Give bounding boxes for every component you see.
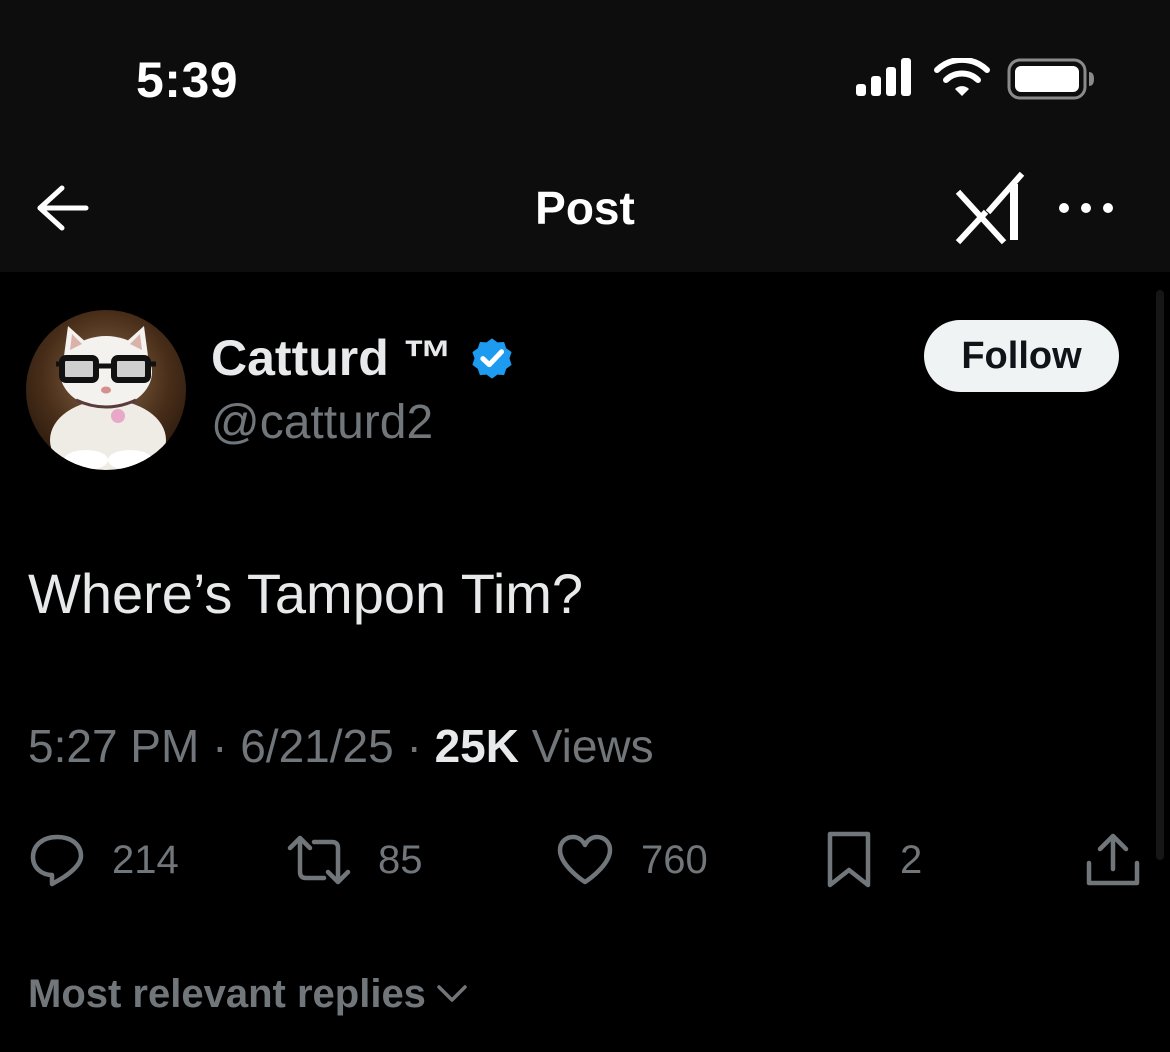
status-bar-time: 5:39: [136, 52, 239, 108]
separator: ·: [212, 720, 241, 772]
post-text: Where’s Tampon Tim?: [28, 562, 584, 625]
replies-sort-dropdown[interactable]: Most relevant replies: [28, 966, 470, 1022]
like-count: 760: [641, 838, 708, 882]
bookmark-count: 2: [900, 838, 923, 882]
grok-button[interactable]: [954, 170, 1030, 246]
author-avatar[interactable]: [26, 310, 186, 470]
wifi-icon: [934, 58, 990, 96]
bookmark-icon: [827, 831, 871, 888]
author-name-row: Catturd ™: [211, 326, 517, 390]
like-button[interactable]: 760: [555, 832, 708, 888]
back-arrow-icon: [37, 185, 89, 231]
post-date: 6/21/25: [240, 720, 407, 772]
author-handle[interactable]: @catturd2: [211, 394, 433, 452]
heart-icon: [557, 834, 613, 885]
battery-icon: [1007, 58, 1094, 100]
cellular-signal-icon: [856, 58, 911, 96]
separator: ·: [406, 720, 435, 772]
grok-xai-icon: [955, 171, 1025, 245]
more-options-button[interactable]: [1052, 190, 1120, 226]
chevron-down-icon: [437, 985, 467, 1002]
replies-sort-label: Most relevant replies: [28, 972, 426, 1016]
repost-count: 85: [378, 838, 423, 882]
share-icon: [1086, 833, 1140, 886]
repost-icon: [287, 835, 351, 885]
reply-count: 214: [112, 838, 179, 882]
more-horizontal-icon: [1059, 203, 1113, 213]
bookmark-button[interactable]: 2: [824, 831, 923, 888]
reply-icon: [30, 834, 84, 887]
author-display-name[interactable]: Catturd ™: [211, 328, 453, 388]
share-button[interactable]: [1084, 832, 1142, 888]
follow-button[interactable]: Follow: [924, 320, 1119, 392]
views-count: 25K: [434, 720, 532, 772]
verified-badge-icon: [472, 338, 512, 379]
post-metadata: 5:27 PM · 6/21/25 · 25K Views: [28, 718, 654, 774]
scrollbar-track: [1156, 290, 1164, 860]
views-label: Views: [531, 720, 654, 772]
cat-with-glasses-avatar-icon: [26, 310, 186, 470]
repost-button[interactable]: 85: [286, 832, 423, 888]
reply-button[interactable]: 214: [28, 832, 179, 888]
post-time: 5:27 PM: [28, 720, 213, 772]
back-button[interactable]: [28, 178, 94, 238]
